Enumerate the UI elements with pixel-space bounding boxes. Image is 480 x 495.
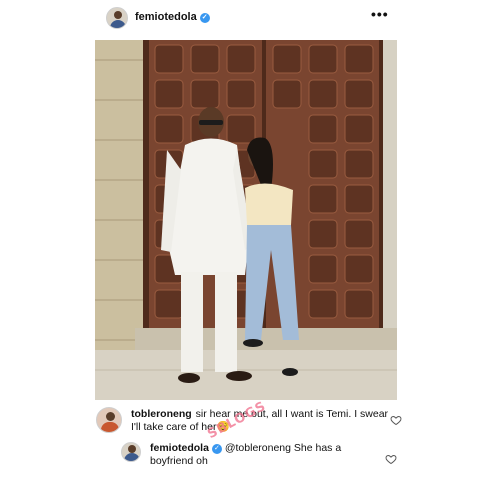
reply-username[interactable]: femiotedola — [150, 442, 209, 454]
post-username[interactable]: femiotedola ✓ — [135, 11, 210, 23]
username-label[interactable]: femiotedola — [135, 11, 197, 23]
verified-badge-icon: ✓ — [199, 13, 210, 23]
commenter-avatar[interactable] — [96, 407, 122, 433]
reply-mention[interactable]: @tobleroneng — [225, 442, 291, 454]
more-options-icon[interactable]: ••• — [371, 6, 389, 22]
photo-illustration — [95, 40, 397, 400]
like-heart-icon[interactable] — [390, 414, 402, 426]
reply-text: femiotedola ✓ @tobleroneng She has a boyf… — [150, 442, 380, 468]
profile-avatar[interactable] — [106, 7, 128, 29]
comment-text: tobleroneng sir hear me out, all I want i… — [131, 408, 395, 434]
verified-badge-icon: ✓ — [211, 444, 222, 454]
reply-avatar[interactable] — [121, 442, 141, 462]
post-header: femiotedola ✓ ••• — [0, 0, 480, 36]
like-heart-icon[interactable] — [385, 453, 397, 465]
post-photo[interactable] — [95, 40, 397, 400]
comment-username[interactable]: tobleroneng — [131, 408, 192, 420]
